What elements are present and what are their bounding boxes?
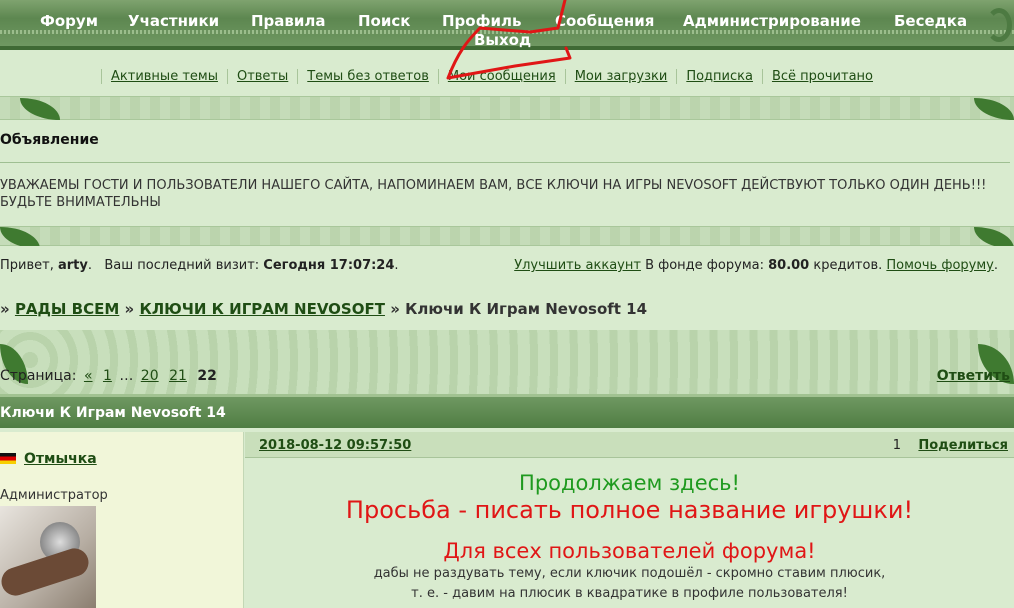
post-author-panel: Отмычка Администратор [0, 432, 244, 608]
pager-page-1[interactable]: 1 [103, 368, 112, 384]
subnav-unanswered[interactable]: Темы без ответов [297, 69, 438, 84]
post-line-1: Продолжаем здесь! [519, 471, 740, 495]
fund-amount: 80.00 [768, 258, 810, 273]
user-greeting-bar: Привет, arty. Ваш последний визит: Сегод… [0, 246, 1014, 282]
breadcrumb-current: Ключи К Играм Nevosoft 14 [405, 300, 648, 318]
decor-pattern [0, 330, 1014, 394]
nav-admin[interactable]: Администрирование [683, 12, 861, 30]
fund-unit: кредитов. [813, 258, 883, 273]
author-name[interactable]: Отмычка [24, 451, 97, 467]
subnav-my-uploads[interactable]: Мои загрузки [564, 69, 677, 84]
divider [0, 162, 1010, 163]
breadcrumb-root[interactable]: РАДЫ ВСЕМ [15, 300, 119, 318]
pagination: Страница: « 1 … 20 21 22 [0, 368, 217, 384]
pager-current-page: 22 [197, 368, 217, 384]
topic-title: Ключи К Играм Nevosoft 14 [0, 405, 226, 421]
pager-label: Страница: [0, 368, 77, 384]
subnav-replies[interactable]: Ответы [226, 69, 297, 84]
post-number: 1 [892, 438, 901, 453]
avatar [0, 506, 96, 608]
post-line-3: Для всех пользователей форума! [443, 539, 816, 563]
help-forum-link[interactable]: Помочь форуму [886, 258, 993, 273]
post-line-5: т. е. - давим на плюсик в квадратике в п… [411, 586, 848, 601]
fund-label: В фонде форума: [645, 258, 764, 273]
subnav-my-posts[interactable]: Мои сообщения [437, 69, 565, 84]
breadcrumb-separator: » [0, 300, 10, 318]
post-line-2: Просьба - писать полное название игрушки… [345, 496, 914, 524]
pager-ellipsis: … [119, 368, 134, 384]
post-date-link[interactable]: 2018-08-12 09:57:50 [259, 438, 411, 453]
post-line-4: дабы не раздувать тему, если ключик подо… [373, 566, 886, 581]
breadcrumb-separator: » [390, 300, 400, 318]
ornament-swirl-icon [986, 8, 1012, 42]
nav-members[interactable]: Участники [128, 12, 219, 30]
announcement-text: УВАЖАЕМЫ ГОСТИ И ПОЛЬЗОВАТЕЛИ НАШЕГО САЙ… [0, 178, 987, 210]
breadcrumb-section[interactable]: КЛЮЧИ К ИГРАМ NEVOSOFT [139, 300, 385, 318]
nav-arbor[interactable]: Беседка [894, 12, 967, 30]
nav-logout[interactable]: Выход [474, 31, 531, 49]
last-visit-time: Сегодня 17:07:24 [263, 258, 395, 273]
post-header: 2018-08-12 09:57:50 1 Поделиться [245, 432, 1014, 458]
author-role: Администратор [0, 488, 108, 503]
germany-flag-icon [0, 453, 16, 464]
greeting-hello: Привет, [0, 258, 54, 273]
nav-rules[interactable]: Правила [251, 12, 326, 30]
reply-button[interactable]: Ответить [937, 368, 1010, 384]
subnav-subscription[interactable]: Подписка [676, 69, 762, 84]
last-visit-label: Ваш последний визит: [104, 258, 260, 273]
username: arty [57, 258, 88, 273]
leaf-icon [20, 98, 60, 120]
nav-messages[interactable]: Сообщения [555, 12, 654, 30]
breadcrumb: » РАДЫ ВСЕМ » КЛЮЧИ К ИГРАМ NEVOSOFT » К… [0, 300, 647, 318]
nav-profile[interactable]: Профиль [442, 12, 521, 30]
post-content: 2018-08-12 09:57:50 1 Поделиться Продолж… [245, 432, 1014, 608]
pager-prev[interactable]: « [84, 368, 93, 384]
share-link[interactable]: Поделиться [918, 438, 1008, 453]
decor-band [0, 96, 1014, 120]
nav-forum[interactable]: Форум [40, 12, 98, 30]
top-navigation: Форум Участники Правила Поиск Профиль Со… [0, 0, 1014, 50]
subnav-mark-read[interactable]: Всё прочитано [761, 69, 882, 84]
nav-search[interactable]: Поиск [358, 12, 410, 30]
subnav-active-topics[interactable]: Активные темы [101, 69, 227, 84]
upgrade-account-link[interactable]: Улучшить аккаунт [514, 258, 641, 273]
post-body: Продолжаем здесь! Просьба - писать полно… [245, 470, 1014, 604]
decor-band [0, 226, 1014, 249]
topic-title-bar: Ключи К Играм Nevosoft 14 [0, 394, 1014, 428]
sub-navigation: Активные темы Ответы Темы без ответов Мо… [0, 54, 1014, 96]
announcement-title: Объявление [0, 132, 99, 148]
leaf-icon [974, 98, 1014, 120]
pager-page-21[interactable]: 21 [169, 368, 187, 384]
breadcrumb-separator: » [124, 300, 135, 318]
announcement-panel: Объявление УВАЖАЕМЫ ГОСТИ И ПОЛЬЗОВАТЕЛИ… [0, 120, 1014, 226]
pager-page-20[interactable]: 20 [141, 368, 159, 384]
